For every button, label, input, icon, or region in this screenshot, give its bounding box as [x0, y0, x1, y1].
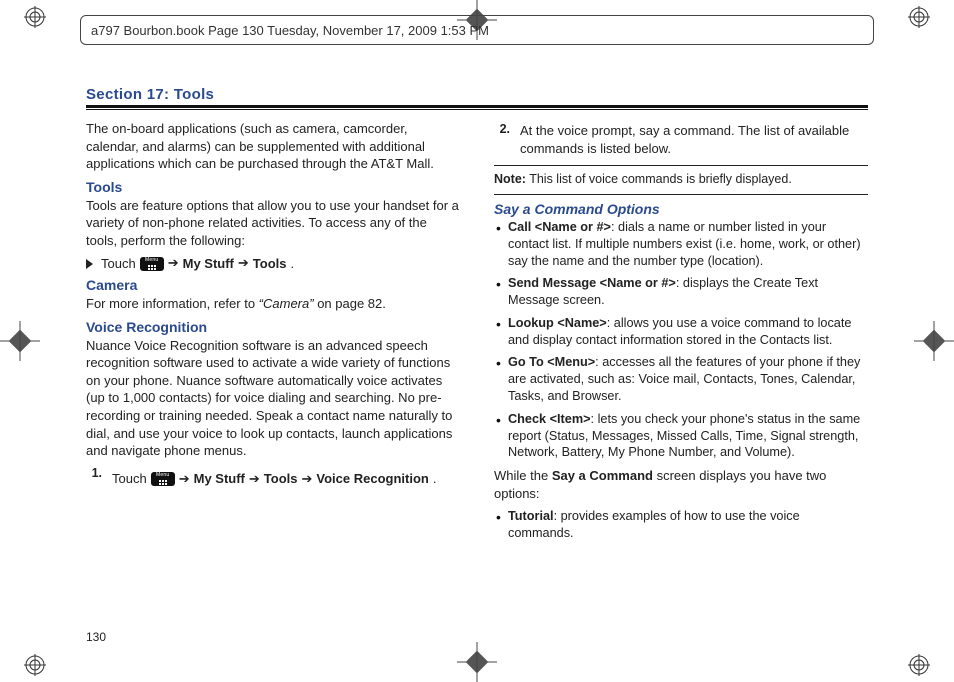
period: .	[291, 256, 295, 271]
list-item: Tutorial: provides examples of how to us…	[496, 508, 868, 542]
path-voice-recognition: Voice Recognition	[316, 470, 428, 488]
arrow-icon: ➔	[238, 255, 249, 271]
arrow-icon: ➔	[168, 255, 179, 271]
touch-label: Touch	[101, 256, 136, 271]
step-number: 2.	[494, 122, 510, 136]
voice-body: Nuance Voice Recognition software is an …	[86, 337, 460, 460]
step-number: 1.	[86, 466, 102, 480]
section-rule	[86, 105, 868, 108]
registration-mark-top-right	[908, 6, 930, 28]
cmd-name: Call <Name or #>	[508, 220, 611, 234]
registration-mark-bottom-left	[24, 654, 46, 676]
camera-body: For more information, refer to “Camera” …	[86, 295, 460, 313]
note-rule-bottom	[494, 194, 868, 195]
crop-mark-bottom	[457, 642, 497, 682]
list-item: Send Message <Name or #>: displays the C…	[496, 275, 868, 309]
period: .	[433, 470, 437, 488]
cmd-name: Tutorial	[508, 509, 554, 523]
note: Note: This list of voice commands is bri…	[494, 172, 868, 186]
while-options-list: Tutorial: provides examples of how to us…	[494, 508, 868, 542]
frame-header: a797 Bourbon.book Page 130 Tuesday, Nove…	[80, 15, 874, 45]
arrow-icon: ➔	[249, 470, 260, 488]
tools-touch-step: Touch ➔ My Stuff ➔ Tools.	[86, 255, 460, 271]
arrow-icon: ➔	[302, 470, 313, 488]
camera-body-prefix: For more information, refer to	[86, 296, 259, 311]
note-label: Note:	[494, 172, 526, 186]
crop-mark-right	[914, 321, 954, 361]
registration-mark-bottom-right	[908, 654, 930, 676]
list-item: Call <Name or #>: dials a name or number…	[496, 219, 868, 269]
while-prefix: While the	[494, 468, 552, 483]
page-number: 130	[86, 630, 106, 644]
cmd-name: Go To <Menu>	[508, 355, 595, 369]
tools-heading: Tools	[86, 179, 460, 195]
voice-step-2: 2. At the voice prompt, say a command. T…	[494, 122, 868, 157]
cmd-name: Lookup <Name>	[508, 316, 607, 330]
frame-header-text: a797 Bourbon.book Page 130 Tuesday, Nove…	[91, 23, 489, 38]
menu-key-icon	[140, 257, 164, 271]
registration-mark-top-left	[24, 6, 46, 28]
camera-heading: Camera	[86, 277, 460, 293]
page-content: Section 17: Tools The on-board applicati…	[86, 66, 868, 642]
voice-heading: Voice Recognition	[86, 319, 460, 335]
note-rule-top	[494, 165, 868, 166]
voice-step-1: 1. Touch ➔ My Stuff ➔ Tools ➔ Voice Reco…	[86, 466, 460, 494]
voice-step-1-text: Touch ➔ My Stuff ➔ Tools ➔ Voice Recogni…	[112, 470, 460, 488]
while-text: While the Say a Command screen displays …	[494, 467, 868, 502]
arrow-icon: ➔	[179, 470, 190, 488]
path-my-stuff: My Stuff	[183, 256, 234, 271]
while-bold: Say a Command	[552, 468, 653, 483]
command-options-list: Call <Name or #>: dials a name or number…	[494, 219, 868, 461]
voice-step-2-text: At the voice prompt, say a command. The …	[520, 122, 868, 157]
two-column-layout: The on-board applications (such as camer…	[86, 120, 868, 642]
path-tools: Tools	[264, 470, 298, 488]
cmd-name: Check <Item>	[508, 412, 591, 426]
list-item: Check <Item>: lets you check your phone'…	[496, 411, 868, 461]
touch-label: Touch	[112, 470, 147, 488]
section-title: Section 17: Tools	[86, 86, 868, 103]
list-item: Go To <Menu>: accesses all the features …	[496, 354, 868, 404]
say-command-heading: Say a Command Options	[494, 201, 868, 217]
path-tools: Tools	[253, 256, 287, 271]
camera-body-italic: “Camera”	[259, 296, 314, 311]
list-item: Lookup <Name>: allows you use a voice co…	[496, 315, 868, 349]
note-text: This list of voice commands is briefly d…	[526, 172, 792, 186]
section-intro: The on-board applications (such as camer…	[86, 120, 460, 173]
crop-mark-left	[0, 321, 40, 361]
right-column: 2. At the voice prompt, say a command. T…	[494, 120, 868, 642]
cmd-name: Send Message <Name or #>	[508, 276, 676, 290]
camera-body-suffix: on page 82.	[314, 296, 386, 311]
step-arrow-icon	[86, 259, 93, 269]
menu-key-icon	[151, 472, 175, 486]
tools-body: Tools are feature options that allow you…	[86, 197, 460, 250]
left-column: The on-board applications (such as camer…	[86, 120, 460, 642]
path-my-stuff: My Stuff	[194, 470, 245, 488]
